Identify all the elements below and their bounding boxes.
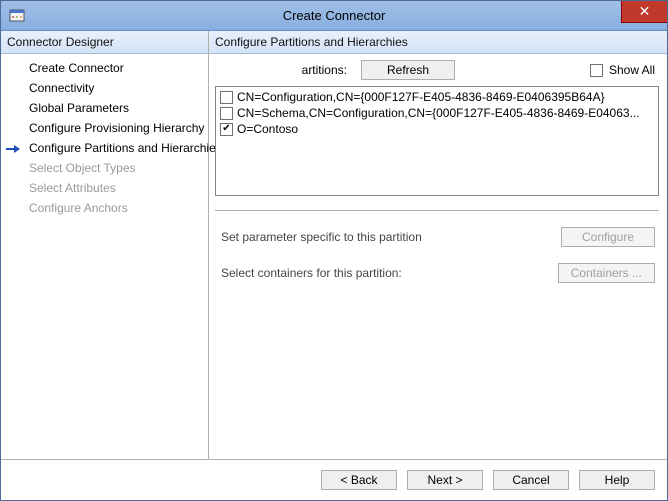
window-body: Connector Designer Create Connector Conn… bbox=[1, 31, 667, 459]
list-item-label: CN=Configuration,CN={000F127F-E405-4836-… bbox=[237, 90, 605, 104]
select-containers-label: Select containers for this partition: bbox=[221, 266, 550, 280]
partitions-listbox[interactable]: CN=Configuration,CN={000F127F-E405-4836-… bbox=[215, 86, 659, 196]
list-item-label: O=Contoso bbox=[237, 122, 298, 136]
section-divider bbox=[215, 210, 659, 211]
list-item-checkbox[interactable]: ✔ bbox=[220, 123, 233, 136]
list-item-checkbox[interactable] bbox=[220, 107, 233, 120]
sidebar-header: Connector Designer bbox=[1, 31, 208, 54]
titlebar: Create Connector ✕ bbox=[1, 1, 667, 31]
next-button[interactable]: Next > bbox=[407, 470, 483, 490]
show-all-label: Show All bbox=[609, 63, 655, 77]
containers-button: Containers ... bbox=[558, 263, 655, 283]
list-item-checkbox[interactable] bbox=[220, 91, 233, 104]
partitions-label: artitions: bbox=[215, 63, 355, 77]
sidebar-nav: Create Connector Connectivity Global Par… bbox=[1, 54, 208, 459]
close-icon: ✕ bbox=[639, 3, 651, 20]
close-button[interactable]: ✕ bbox=[621, 1, 667, 23]
select-containers-row: Select containers for this partition: Co… bbox=[221, 263, 655, 283]
main-content: artitions: Refresh Show All CN=Configura… bbox=[209, 54, 667, 459]
show-all-checkbox[interactable] bbox=[590, 64, 603, 77]
nav-global-parameters[interactable]: Global Parameters bbox=[1, 98, 208, 118]
nav-create-connector[interactable]: Create Connector bbox=[1, 58, 208, 78]
app-icon bbox=[9, 8, 25, 24]
cancel-button[interactable]: Cancel bbox=[493, 470, 569, 490]
param-specific-label: Set parameter specific to this partition bbox=[221, 230, 553, 244]
nav-select-object-types: Select Object Types bbox=[1, 158, 208, 178]
nav-configure-partitions-hierarchies[interactable]: Configure Partitions and Hierarchies bbox=[1, 138, 208, 158]
back-button[interactable]: < Back bbox=[321, 470, 397, 490]
main-header: Configure Partitions and Hierarchies bbox=[209, 31, 667, 54]
list-item[interactable]: CN=Schema,CN=Configuration,CN={000F127F-… bbox=[218, 105, 656, 121]
show-all-checkbox-row[interactable]: Show All bbox=[586, 63, 659, 77]
nav-label: Configure Partitions and Hierarchies bbox=[29, 141, 222, 155]
nav-configure-provisioning-hierarchy[interactable]: Configure Provisioning Hierarchy bbox=[1, 118, 208, 138]
nav-select-attributes: Select Attributes bbox=[1, 178, 208, 198]
sidebar: Connector Designer Create Connector Conn… bbox=[1, 31, 209, 459]
wizard-footer: < Back Next > Cancel Help bbox=[1, 459, 667, 500]
window-frame: Create Connector ✕ Connector Designer Cr… bbox=[0, 0, 668, 501]
nav-configure-anchors: Configure Anchors bbox=[1, 198, 208, 218]
window-title: Create Connector bbox=[1, 8, 667, 23]
main-panel: Configure Partitions and Hierarchies art… bbox=[209, 31, 667, 459]
list-item[interactable]: ✔ O=Contoso bbox=[218, 121, 656, 137]
partitions-toolbar: artitions: Refresh Show All bbox=[215, 60, 659, 80]
list-item-label: CN=Schema,CN=Configuration,CN={000F127F-… bbox=[237, 106, 640, 120]
nav-connectivity[interactable]: Connectivity bbox=[1, 78, 208, 98]
refresh-button[interactable]: Refresh bbox=[361, 60, 455, 80]
param-specific-row: Set parameter specific to this partition… bbox=[221, 227, 655, 247]
current-step-arrow-icon bbox=[5, 143, 21, 153]
list-item[interactable]: CN=Configuration,CN={000F127F-E405-4836-… bbox=[218, 89, 656, 105]
checkmark-icon: ✔ bbox=[222, 124, 230, 134]
help-button[interactable]: Help bbox=[579, 470, 655, 490]
configure-button: Configure bbox=[561, 227, 655, 247]
